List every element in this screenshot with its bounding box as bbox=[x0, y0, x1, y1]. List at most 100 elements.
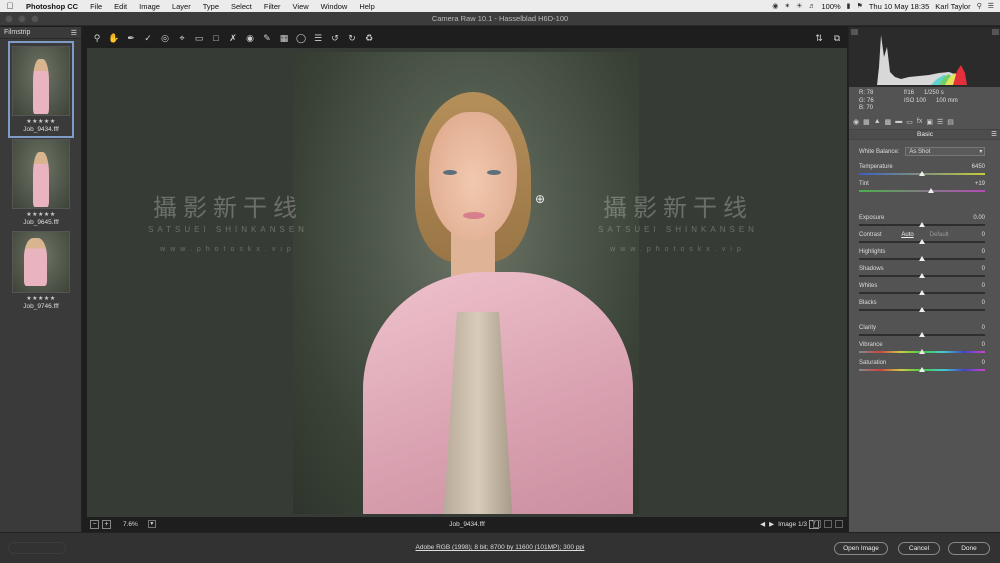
slider-value[interactable]: 0 bbox=[982, 325, 985, 331]
slider-thumb[interactable] bbox=[919, 290, 925, 295]
portrait-photo[interactable] bbox=[293, 52, 639, 514]
transform-tool-icon[interactable]: □ bbox=[210, 32, 222, 44]
hand-tool-icon[interactable]: ✋ bbox=[108, 32, 120, 44]
search-icon[interactable]: ⚲ bbox=[977, 2, 982, 10]
tab-snapshots-icon[interactable]: ▤ bbox=[947, 118, 954, 128]
menubar-user[interactable]: Karl Taylor bbox=[935, 2, 970, 11]
slider-tint[interactable]: Tint +19 bbox=[859, 181, 985, 195]
next-image-icon[interactable]: ▶ bbox=[769, 520, 774, 528]
tab-presets-icon[interactable]: ☰ bbox=[937, 118, 943, 128]
rotate-right-icon[interactable]: ↻ bbox=[346, 32, 358, 44]
slider-value[interactable]: 0 bbox=[982, 360, 985, 366]
trash-icon[interactable]: ♻ bbox=[363, 32, 375, 44]
slider-value[interactable]: 0 bbox=[982, 283, 985, 289]
slider-thumb[interactable] bbox=[919, 307, 925, 312]
filmstrip-menu-icon[interactable]: ☰ bbox=[71, 29, 77, 37]
slider-value[interactable]: 0 bbox=[982, 300, 985, 306]
tab-detail-icon[interactable]: ▲ bbox=[874, 118, 881, 128]
zoom-dropdown-icon[interactable]: ▼ bbox=[147, 520, 156, 528]
slider-value[interactable]: 0 bbox=[982, 266, 985, 272]
filmstrip-item-3[interactable]: ★★★★★ Job_9746.fff bbox=[8, 231, 74, 310]
zoom-level[interactable]: 7.6% bbox=[123, 521, 138, 528]
toggle-defaults-icon[interactable] bbox=[835, 520, 843, 528]
zoom-tool-icon[interactable]: ⚲ bbox=[91, 32, 103, 44]
volume-icon[interactable]: ♬ bbox=[808, 3, 815, 10]
white-balance-tool-icon[interactable]: ✒ bbox=[125, 32, 137, 44]
menu-select[interactable]: Select bbox=[225, 2, 258, 11]
slider-thumb[interactable] bbox=[919, 349, 925, 354]
swap-settings-icon[interactable] bbox=[813, 520, 821, 528]
filmstrip-item-1[interactable]: ★★★★★ Job_9434.fff bbox=[8, 41, 74, 138]
slider-value[interactable]: 0 bbox=[982, 232, 985, 238]
star-rating[interactable]: ★★★★★ bbox=[8, 211, 74, 218]
red-eye-tool-icon[interactable]: ◉ bbox=[244, 32, 256, 44]
slider-value[interactable]: 0.00 bbox=[973, 215, 985, 221]
preferences-icon[interactable]: ☰ bbox=[312, 32, 324, 44]
wifi-icon[interactable]: ☀ bbox=[796, 2, 802, 10]
menu-edit[interactable]: Edit bbox=[108, 2, 133, 11]
menu-help[interactable]: Help bbox=[353, 2, 380, 11]
slider-vibrance[interactable]: Vibrance 0 bbox=[859, 342, 985, 356]
menu-window[interactable]: Window bbox=[315, 2, 354, 11]
menu-image[interactable]: Image bbox=[133, 2, 166, 11]
tab-split-toning-icon[interactable]: ▬ bbox=[895, 118, 902, 128]
slider-clarity[interactable]: Clarity 0 bbox=[859, 325, 985, 339]
tab-effects-icon[interactable]: fx bbox=[917, 118, 922, 128]
previous-image-icon[interactable]: ◀ bbox=[760, 520, 765, 528]
graduated-filter-icon[interactable]: ▦ bbox=[278, 32, 290, 44]
star-rating[interactable]: ★★★★★ bbox=[10, 118, 72, 125]
slider-value[interactable]: +19 bbox=[975, 181, 985, 187]
slider-thumb[interactable] bbox=[919, 171, 925, 176]
battery-icon[interactable]: ▮ bbox=[847, 2, 851, 10]
slider-saturation[interactable]: Saturation 0 bbox=[859, 360, 985, 374]
toggle-mark-icon[interactable]: ⇅ bbox=[813, 32, 825, 44]
menubar-datetime[interactable]: Thu 10 May 18:35 bbox=[869, 2, 929, 11]
slider-thumb[interactable] bbox=[919, 256, 925, 261]
slider-whites[interactable]: Whites 0 bbox=[859, 283, 985, 297]
menu-app-name[interactable]: Photoshop CC bbox=[20, 2, 84, 11]
adjustment-brush-icon[interactable]: ✎ bbox=[261, 32, 273, 44]
tab-camera-calibration-icon[interactable]: ▣ bbox=[926, 118, 933, 128]
menu-filter[interactable]: Filter bbox=[258, 2, 287, 11]
copy-settings-icon[interactable] bbox=[824, 520, 832, 528]
slider-shadows[interactable]: Shadows 0 bbox=[859, 266, 985, 280]
radial-filter-icon[interactable]: ◯ bbox=[295, 32, 307, 44]
slider-exposure[interactable]: Exposure 0.00 bbox=[859, 215, 985, 229]
spot-removal-tool-icon[interactable]: ✗ bbox=[227, 32, 239, 44]
zoom-in-button[interactable]: + bbox=[102, 519, 111, 529]
tab-hsl-icon[interactable]: ▩ bbox=[885, 118, 892, 128]
slider-contrast[interactable]: Contrast 0 bbox=[859, 232, 985, 246]
menu-layer[interactable]: Layer bbox=[166, 2, 197, 11]
tab-tone-curve-icon[interactable]: ▦ bbox=[863, 118, 870, 128]
slider-thumb[interactable] bbox=[919, 239, 925, 244]
apple-icon[interactable]:  bbox=[0, 1, 20, 11]
slider-thumb[interactable] bbox=[919, 367, 925, 372]
slider-track[interactable] bbox=[859, 190, 985, 192]
notification-center-icon[interactable]: ☰ bbox=[988, 2, 994, 10]
menu-type[interactable]: Type bbox=[197, 2, 225, 11]
open-image-button[interactable]: Open Image bbox=[834, 542, 888, 555]
straighten-tool-icon[interactable]: ▭ bbox=[193, 32, 205, 44]
panel-menu-icon[interactable]: ☰ bbox=[991, 130, 997, 140]
tab-lens-icon[interactable]: ▭ bbox=[906, 118, 913, 128]
slider-thumb[interactable] bbox=[919, 332, 925, 337]
zoom-out-button[interactable]: − bbox=[90, 519, 99, 529]
slider-highlights[interactable]: Highlights 0 bbox=[859, 249, 985, 263]
cancel-button[interactable]: Cancel bbox=[898, 542, 940, 555]
slider-temperature[interactable]: Temperature 6450 bbox=[859, 164, 985, 178]
done-button[interactable]: Done bbox=[948, 542, 990, 555]
slider-value[interactable]: 6450 bbox=[972, 164, 985, 170]
slider-value[interactable]: 0 bbox=[982, 249, 985, 255]
star-rating[interactable]: ★★★★★ bbox=[8, 295, 74, 302]
image-preview-area[interactable]: 攝影新干线 SATSUEI SHINKANSEN www.photoskx.vi… bbox=[87, 48, 847, 517]
rotate-left-icon[interactable]: ↺ bbox=[329, 32, 341, 44]
tab-basic-icon[interactable]: ◉ bbox=[853, 118, 859, 128]
creative-cloud-icon[interactable]: ◉ bbox=[772, 2, 778, 10]
crop-tool-icon[interactable]: ⌖ bbox=[176, 32, 188, 44]
slider-thumb[interactable] bbox=[919, 222, 925, 227]
slider-thumb[interactable] bbox=[927, 188, 934, 193]
white-balance-select[interactable]: As Shot bbox=[905, 147, 986, 156]
flag-icon[interactable]: ⚑ bbox=[857, 2, 863, 10]
targeted-adjustment-tool-icon[interactable]: ◎ bbox=[159, 32, 171, 44]
bluetooth-icon[interactable]: ✶ bbox=[784, 2, 790, 10]
